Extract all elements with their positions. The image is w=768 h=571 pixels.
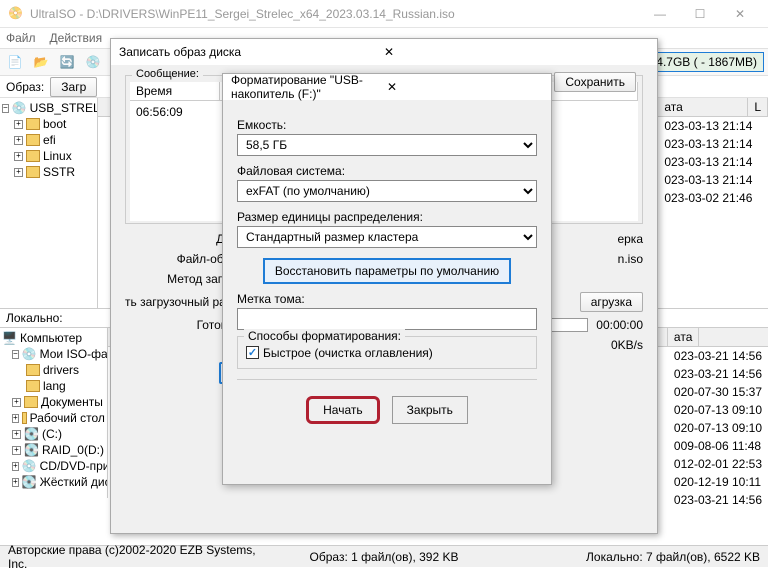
- media-icon[interactable]: 💿: [82, 51, 104, 73]
- cd-icon: 💿: [12, 101, 27, 115]
- status-local: Локально: 7 файл(ов), 6522 KB: [509, 550, 760, 564]
- folder-icon: [26, 364, 40, 376]
- capacity-label: Емкость:: [237, 118, 537, 132]
- allocation-select[interactable]: Стандартный размер кластера: [237, 226, 537, 248]
- load-button[interactable]: Загр: [50, 77, 97, 97]
- drive-icon: 💽: [24, 427, 39, 441]
- drive-icon: 💽: [24, 443, 39, 457]
- main-titlebar: 📀 UltraISO - D:\DRIVERS\WinPE11_Sergei_S…: [0, 0, 768, 28]
- folder-icon: [26, 134, 40, 146]
- folder-icon: [26, 380, 40, 392]
- folder-icon: [24, 396, 38, 408]
- open-icon[interactable]: 📂: [30, 51, 52, 73]
- close-button[interactable]: ✕: [720, 4, 760, 24]
- new-icon[interactable]: 📄: [4, 51, 26, 73]
- filesystem-label: Файловая система:: [237, 164, 537, 178]
- quick-format-checkbox[interactable]: ✓Быстрое (очистка оглавления): [246, 346, 433, 360]
- minimize-button[interactable]: —: [640, 4, 680, 24]
- speed-value: 0KB/s: [611, 338, 643, 352]
- allocation-label: Размер единицы распределения:: [237, 210, 537, 224]
- disk-badge: 4.7GB ( - 1867MB): [649, 52, 764, 72]
- menu-file[interactable]: Файл: [6, 31, 36, 45]
- bootload-button[interactable]: агрузка: [580, 292, 643, 312]
- dialog-titlebar[interactable]: Записать образ диска ✕: [111, 39, 657, 65]
- start-format-button[interactable]: Начать: [306, 396, 380, 424]
- cd-icon: 💿: [22, 459, 37, 473]
- drive-icon: 💽: [22, 475, 37, 489]
- window-title: UltraISO - D:\DRIVERS\WinPE11_Sergei_Str…: [30, 7, 640, 21]
- format-dialog-titlebar[interactable]: Форматирование "USB-накопитель (F:)" ✕: [223, 74, 551, 100]
- capacity-select[interactable]: 58,5 ГБ: [237, 134, 537, 156]
- folder-icon: [26, 150, 40, 162]
- menu-actions[interactable]: Действия: [50, 31, 103, 45]
- local-tree[interactable]: 🖥️Компьютер −💿Мои ISO-фай drivers lang +…: [0, 328, 108, 498]
- format-dialog: Форматирование "USB-накопитель (F:)" ✕ Е…: [222, 73, 552, 485]
- volume-label-label: Метка тома:: [237, 292, 537, 306]
- cd-icon: 💿: [22, 347, 37, 361]
- dialog-title: Записать образ диска: [119, 45, 384, 59]
- save-log-button[interactable]: Сохранить: [554, 72, 636, 92]
- format-methods-label: Способы форматирования:: [244, 329, 405, 343]
- maximize-button[interactable]: ☐: [680, 4, 720, 24]
- computer-icon: 🖥️: [2, 331, 17, 345]
- refresh-icon[interactable]: 🔄: [56, 51, 78, 73]
- folder-icon: [26, 166, 40, 178]
- close-icon[interactable]: ✕: [387, 80, 543, 94]
- format-dialog-title: Форматирование "USB-накопитель (F:)": [231, 73, 387, 101]
- image-tree[interactable]: −💿USB_STRELEC +boot +efi +Linux +SSTR: [0, 98, 98, 308]
- restore-defaults-button[interactable]: Восстановить параметры по умолчанию: [263, 258, 511, 284]
- folder-icon: [26, 118, 40, 130]
- app-icon: 📀: [8, 6, 24, 22]
- image-label: Образ:: [6, 80, 44, 94]
- folder-icon: [22, 412, 27, 424]
- filesystem-select[interactable]: exFAT (по умолчанию): [237, 180, 537, 202]
- message-label: Сообщение:: [132, 68, 203, 80]
- volume-label-input[interactable]: [237, 308, 537, 330]
- close-format-button[interactable]: Закрыть: [392, 396, 468, 424]
- close-icon[interactable]: ✕: [384, 45, 649, 59]
- statusbar: Авторские права (c)2002-2020 EZB Systems…: [0, 545, 768, 567]
- elapsed-time: 00:00:00: [596, 318, 643, 332]
- status-copyright: Авторские права (c)2002-2020 EZB Systems…: [8, 543, 259, 571]
- status-image: Образ: 1 файл(ов), 392 KB: [259, 550, 510, 564]
